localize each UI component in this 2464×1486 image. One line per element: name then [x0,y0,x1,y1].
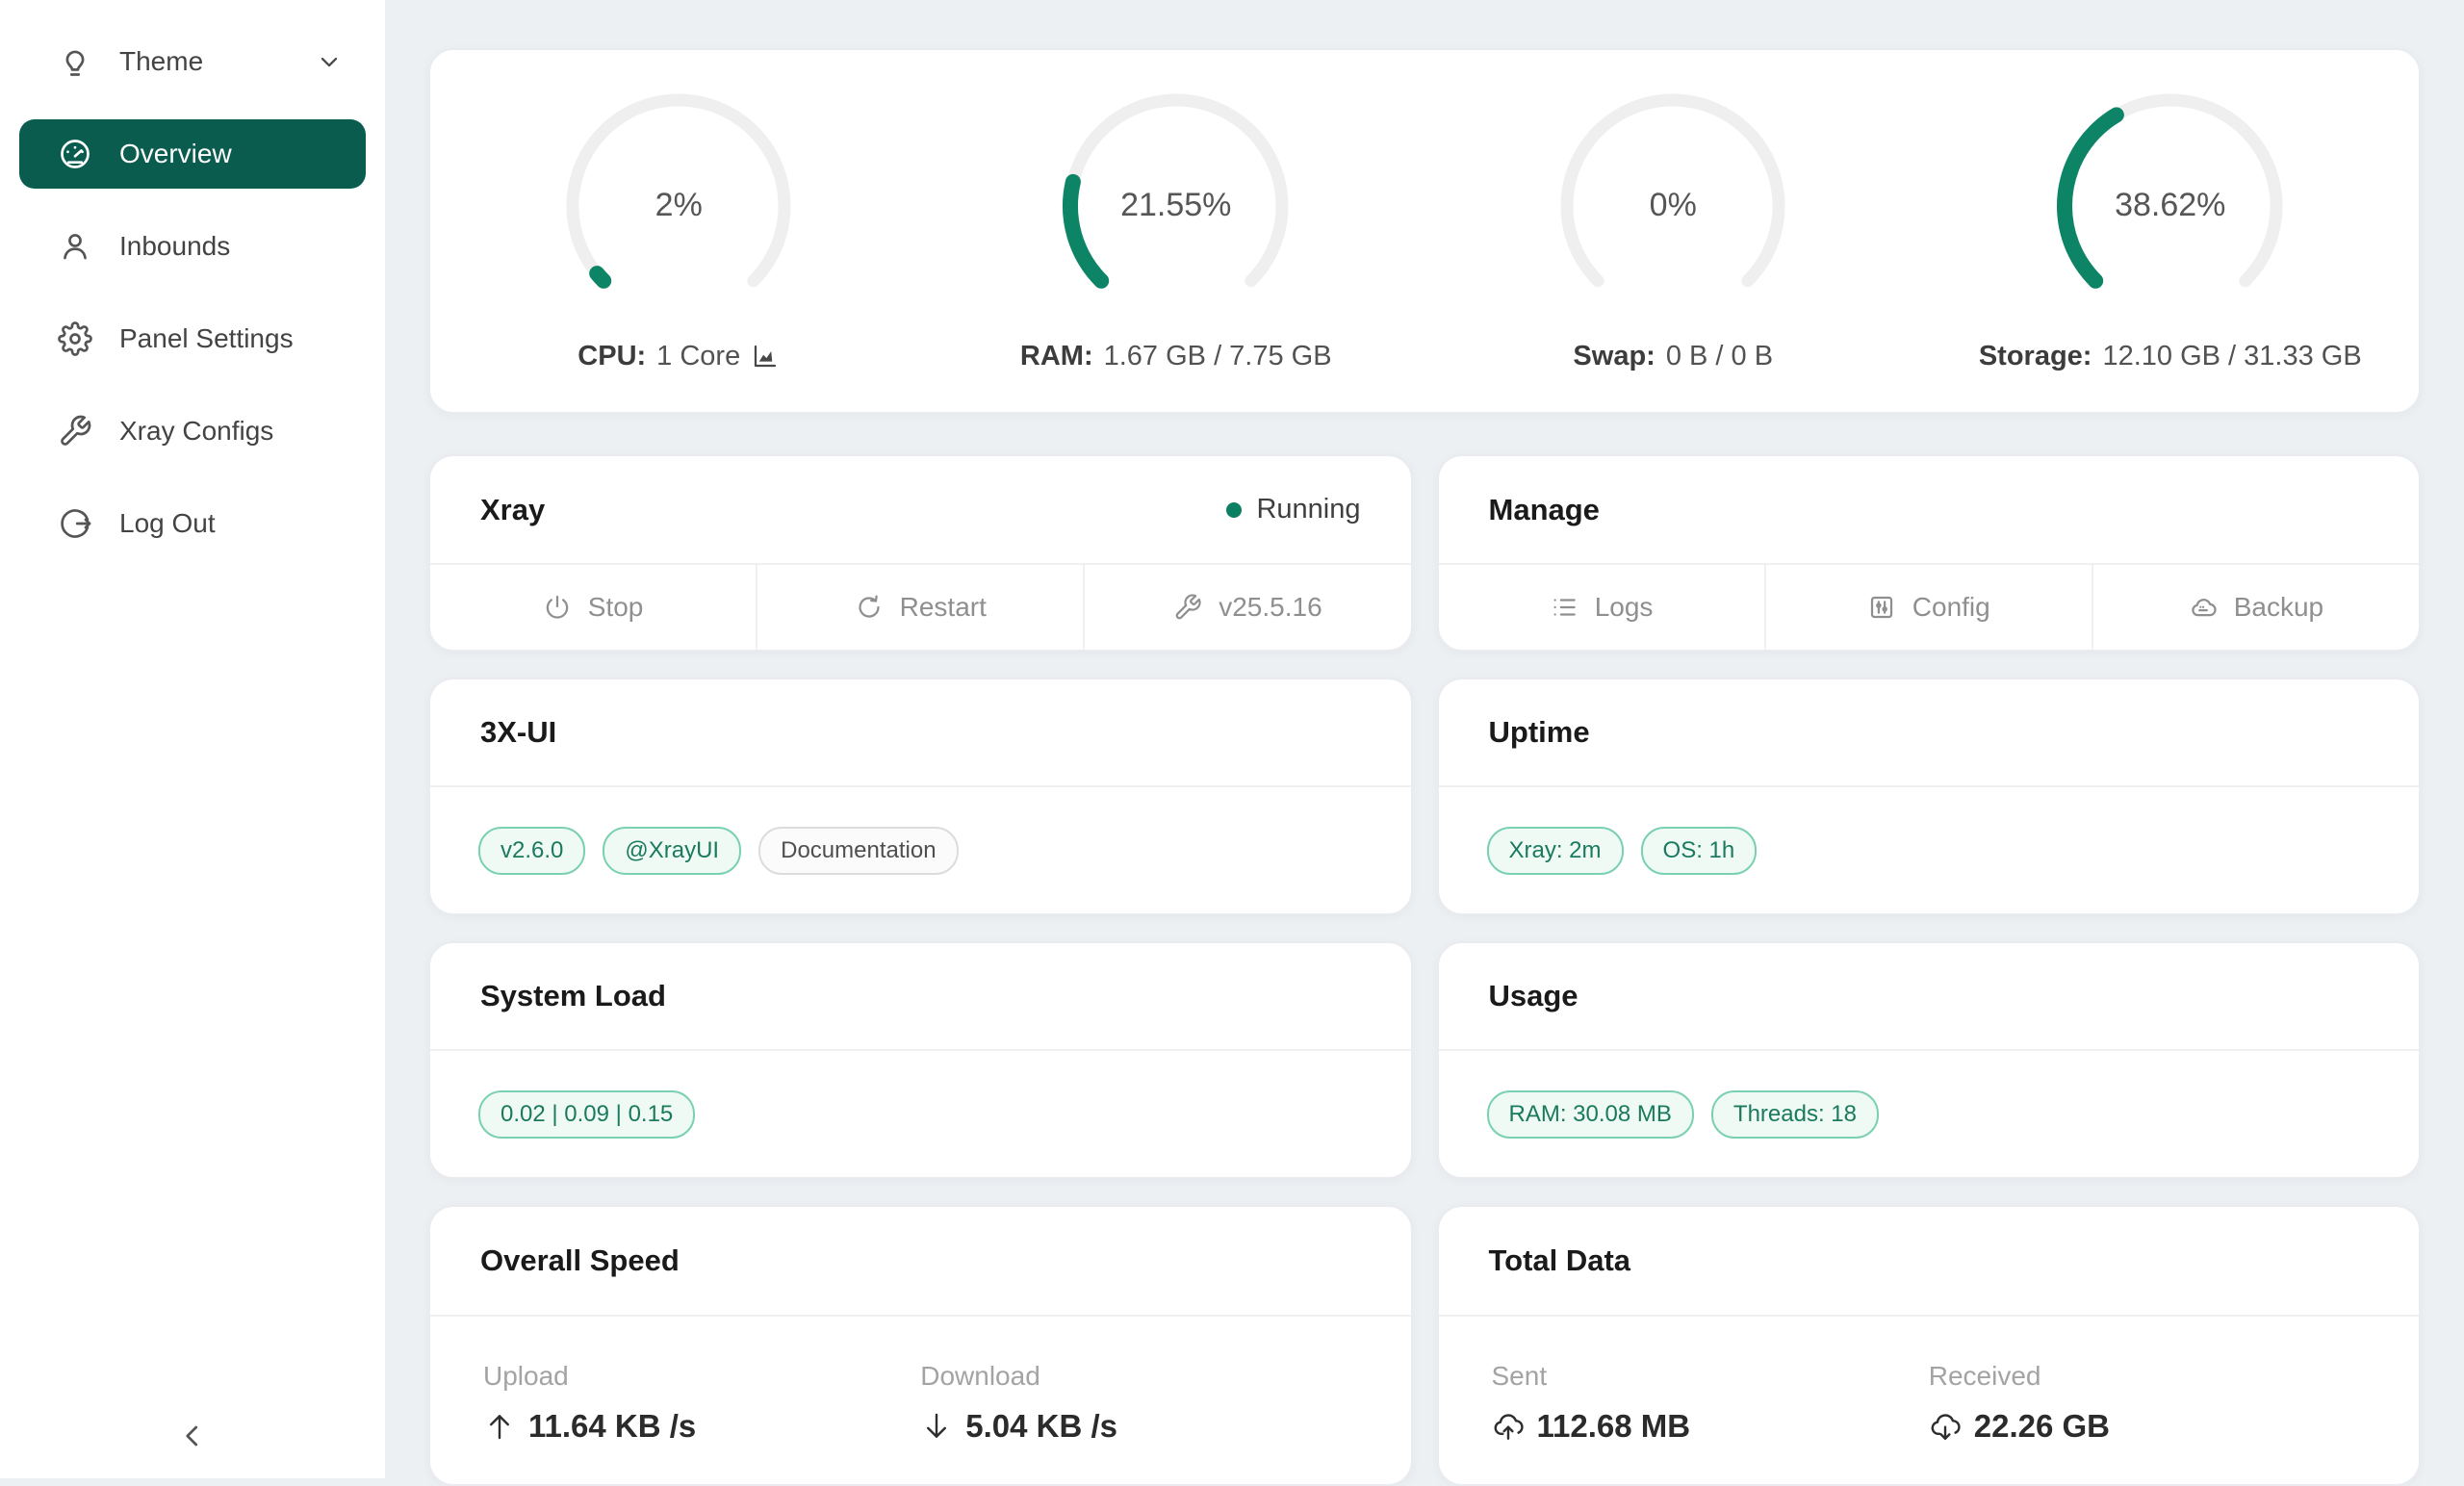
power-icon [543,593,572,622]
logs-button[interactable]: Logs [1439,565,1764,650]
xrayui-tag[interactable]: @XrayUI [603,827,741,875]
system-load-card: System Load 0.02 | 0.09 | 0.15 [428,941,1413,1179]
swap-gauge: 0% Swap: 0 B / 0 B [1424,90,1922,372]
xray-card: Xray Running Stop Restart [428,454,1413,652]
swap-percent: 0% [1557,90,1788,321]
usage-card-title: Usage [1489,979,1578,1013]
swap-label: Swap: 0 B / 0 B [1573,341,1773,372]
download-value: 5.04 KB /s [965,1408,1117,1445]
xray-version-button[interactable]: v25.5.16 [1083,565,1410,650]
sidebar-item-log-out[interactable]: Log Out [19,489,366,558]
config-button[interactable]: Config [1764,565,2092,650]
wrench-icon [1173,593,1202,622]
sent-data-stat: Sent 112.68 MB [1492,1361,1929,1484]
wrench-icon [58,414,92,448]
overall-speed-card: Overall Speed Upload 11.64 KB /s Downloa… [428,1205,1413,1486]
manage-card: Manage Logs Config [1437,454,2422,652]
area-chart-icon[interactable] [751,342,780,371]
uptime-card: Uptime Xray: 2m OS: 1h [1437,678,2422,915]
storage-percent: 38.62% [2055,90,2286,321]
usage-card: Usage RAM: 30.08 MB Threads: 18 [1437,941,2422,1179]
gear-icon [58,321,92,356]
total-data-card: Total Data Sent 112.68 MB Received [1437,1205,2422,1486]
sidebar-item-label: Panel Settings [119,323,343,354]
sent-value: 112.68 MB [1537,1408,1691,1445]
user-icon [58,229,92,264]
chevron-down-icon [316,48,343,75]
chevron-left-icon [175,1419,210,1453]
load-average-tag: 0.02 | 0.09 | 0.15 [478,1090,695,1139]
sidebar: Theme Overview Inbounds Panel Settings X… [0,0,385,1478]
bulb-icon [58,44,92,79]
sidebar-collapse-button[interactable] [0,1419,385,1453]
xray-uptime-tag: Xray: 2m [1487,827,1624,875]
ram-percent: 21.55% [1061,90,1292,321]
sidebar-item-label: Overview [119,139,343,169]
sidebar-item-inbounds[interactable]: Inbounds [19,212,366,281]
arrow-down-icon [920,1410,953,1443]
sent-label: Sent [1492,1361,1929,1392]
status-label: Running [1256,494,1360,525]
os-uptime-tag: OS: 1h [1641,827,1758,875]
upload-label: Upload [483,1361,920,1392]
overall-speed-card-title: Overall Speed [480,1243,680,1278]
storage-label: Storage: 12.10 GB / 31.33 GB [1979,341,2362,372]
restart-icon [855,593,884,622]
sidebar-item-label: Inbounds [119,231,343,262]
xray-status: Running [1226,494,1360,525]
xray-card-title: Xray [480,493,545,527]
download-label: Download [920,1361,1357,1392]
ram-gauge: 21.55% RAM: 1.67 GB / 7.75 GB [928,90,1425,372]
sidebar-item-label: Xray Configs [119,416,343,447]
arrow-up-icon [483,1410,516,1443]
sliders-icon [1867,593,1896,622]
uptime-card-title: Uptime [1489,715,1590,750]
sidebar-item-label: Log Out [119,508,343,539]
logout-icon [58,506,92,541]
upload-speed-stat: Upload 11.64 KB /s [483,1361,920,1484]
system-load-card-title: System Load [480,979,666,1013]
main-content: 2% CPU: 1 Core 21.55% RAM: 1.67 GB / 7 [385,0,2464,1478]
cloud-download-icon [1929,1410,1962,1443]
ram-label: RAM: 1.67 GB / 7.75 GB [1020,341,1332,372]
sidebar-item-overview[interactable]: Overview [19,119,366,189]
sidebar-item-theme[interactable]: Theme [19,27,366,96]
stop-button[interactable]: Stop [430,565,756,650]
restart-button[interactable]: Restart [756,565,1083,650]
total-data-card-title: Total Data [1489,1243,1631,1278]
threads-tag: Threads: 18 [1711,1090,1879,1139]
version-tag[interactable]: v2.6.0 [478,827,585,875]
cpu-percent: 2% [563,90,794,321]
cpu-label: CPU: 1 Core [578,341,780,372]
upload-value: 11.64 KB /s [528,1408,696,1445]
documentation-tag[interactable]: Documentation [758,827,958,875]
received-value: 22.26 GB [1974,1408,2110,1445]
sidebar-item-label: Theme [119,46,289,77]
cpu-gauge: 2% CPU: 1 Core [430,90,928,372]
dashboard-icon [58,137,92,171]
storage-gauge: 38.62% Storage: 12.10 GB / 31.33 GB [1922,90,2420,372]
sidebar-item-panel-settings[interactable]: Panel Settings [19,304,366,373]
received-label: Received [1929,1361,2366,1392]
cloud-upload-icon [1492,1410,1525,1443]
system-stats-card: 2% CPU: 1 Core 21.55% RAM: 1.67 GB / 7 [428,48,2421,414]
manage-card-title: Manage [1489,493,1600,527]
cloud-icon [2189,593,2218,622]
received-data-stat: Received 22.26 GB [1929,1361,2366,1484]
list-icon [1550,593,1578,622]
app-info-card: 3X-UI v2.6.0 @XrayUI Documentation [428,678,1413,915]
sidebar-item-xray-configs[interactable]: Xray Configs [19,397,366,466]
backup-button[interactable]: Backup [2092,565,2419,650]
download-speed-stat: Download 5.04 KB /s [920,1361,1357,1484]
ram-usage-tag: RAM: 30.08 MB [1487,1090,1694,1139]
app-info-card-title: 3X-UI [480,715,556,750]
running-status-dot [1226,502,1242,518]
